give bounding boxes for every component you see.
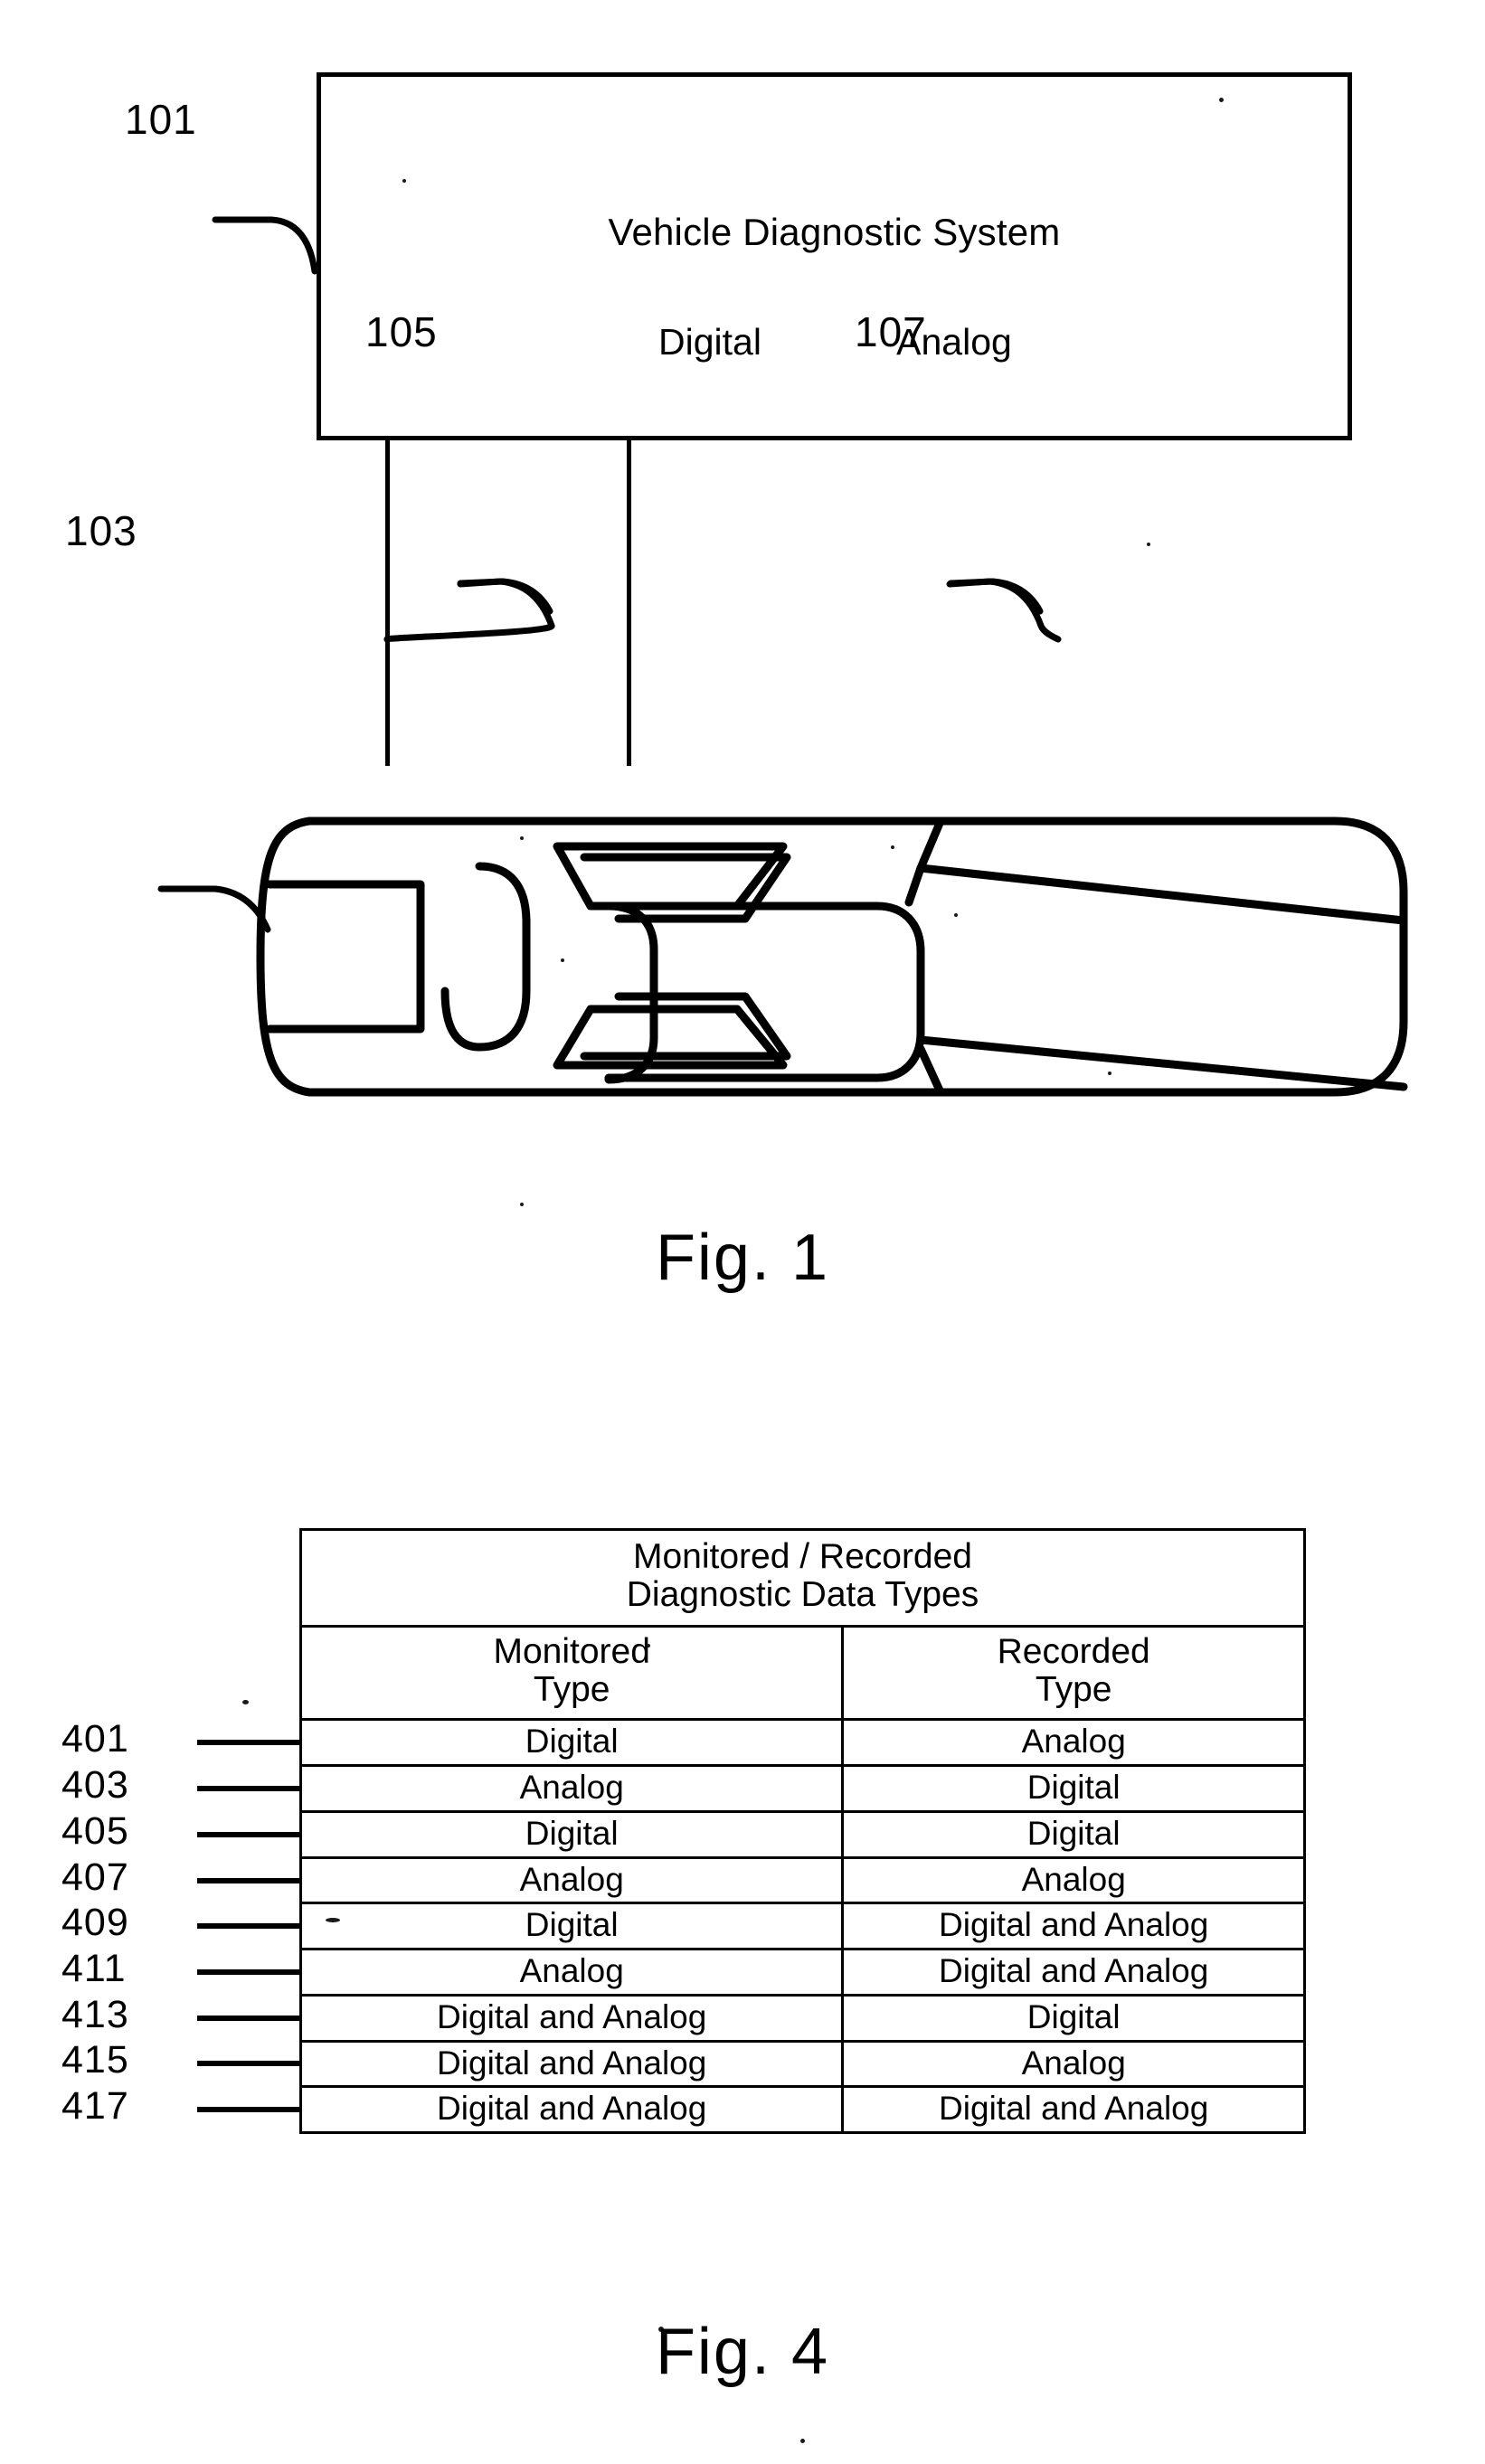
- reference-numeral-411: 411: [61, 1946, 127, 1990]
- reference-numeral-407: 407: [61, 1855, 129, 1899]
- leader-dash-415: [197, 2061, 299, 2067]
- scan-speckle: [800, 2439, 805, 2443]
- leader-dash-409: [197, 1923, 299, 1930]
- leader-dash-403: [197, 1786, 299, 1792]
- patent-figure-sheet: Vehicle Diagnostic System Digital Analog…: [0, 0, 1485, 2464]
- leader-dash-411: [197, 1968, 299, 1975]
- leader-dash-401: [197, 1740, 299, 1746]
- reference-numeral-413: 413: [61, 1992, 129, 2036]
- scan-speckle: [326, 1918, 340, 1922]
- scan-speckle: [647, 1644, 650, 1647]
- figure-4-caption: Fig. 4: [655, 2316, 830, 2388]
- leader-dash-405: [197, 1831, 299, 1837]
- scan-speckle: [242, 1700, 249, 1704]
- reference-numeral-405: 405: [61, 1808, 129, 1853]
- reference-numeral-403: 403: [61, 1763, 129, 1808]
- leader-dash-413: [197, 2015, 299, 2021]
- reference-numeral-417: 417: [61, 2084, 129, 2129]
- reference-numeral-409: 409: [61, 1901, 129, 1945]
- leader-dash-417: [197, 2107, 299, 2113]
- reference-numeral-415: 415: [61, 2038, 129, 2082]
- figure-4: Monitored / Recorded Diagnostic Data Typ…: [0, 0, 1485, 2464]
- row-reference-numerals: 401 403 405 407 409 411 413 415 417: [0, 0, 1485, 2464]
- reference-numeral-401: 401: [61, 1717, 129, 1761]
- leader-dash-407: [197, 1877, 299, 1883]
